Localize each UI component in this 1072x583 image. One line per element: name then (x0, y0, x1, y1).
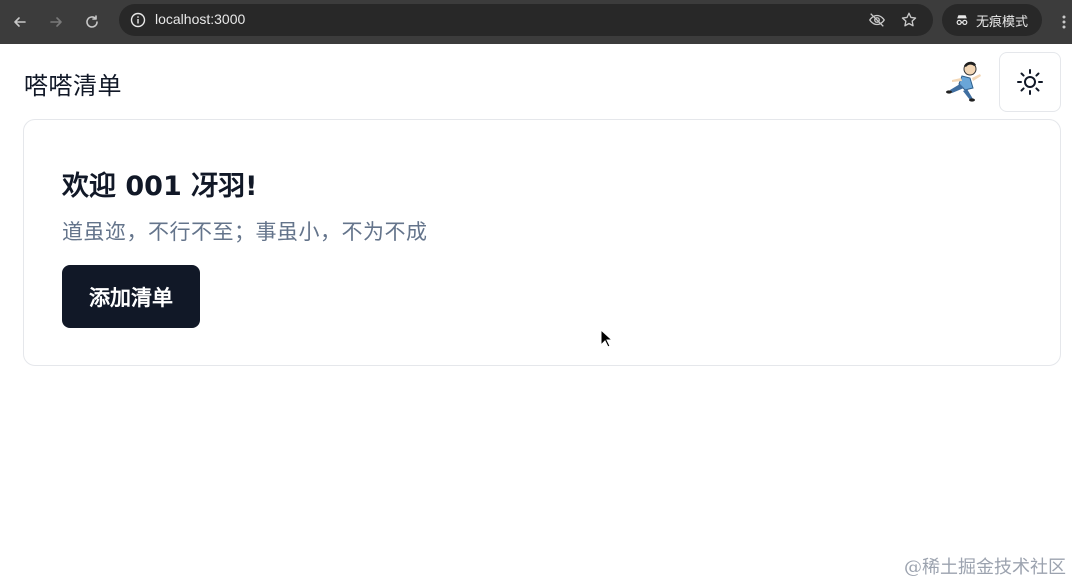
reload-button[interactable] (80, 10, 104, 34)
app-title[interactable]: 嗒嗒清单 (24, 66, 122, 101)
add-list-button[interactable]: 添加清单 (62, 265, 200, 328)
back-button[interactable] (8, 10, 32, 34)
watermark: @稀土掘金技术社区 (904, 557, 1066, 578)
site-info-icon[interactable] (127, 9, 149, 31)
incognito-icon (956, 15, 968, 25)
eye-off-icon[interactable] (867, 10, 887, 30)
incognito-label: 无痕模式 (976, 14, 1029, 30)
reload-icon (86, 15, 98, 28)
avatar[interactable] (940, 58, 988, 106)
theme-toggle-button[interactable] (999, 52, 1061, 112)
bookmark-star-icon[interactable] (899, 10, 919, 30)
url-text[interactable]: localhost:3000 (155, 11, 245, 27)
welcome-heading: 欢迎 001 冴羽! (62, 171, 258, 202)
browser-toolbar: localhost:3000 无痕模式 (0, 0, 1072, 44)
more-vertical-icon (1062, 15, 1066, 29)
arrow-right-icon (50, 17, 62, 27)
sun-icon (1017, 69, 1043, 95)
welcome-card: 欢迎 001 冴羽! 道虽迩，不行不至；事虽小，不为不成 添加清单 (23, 119, 1061, 366)
browser-menu-button[interactable] (1056, 10, 1072, 34)
forward-button[interactable] (44, 10, 68, 34)
arrow-left-icon (14, 17, 26, 27)
address-bar[interactable]: localhost:3000 (119, 4, 933, 36)
mouse-pointer-icon (600, 329, 614, 348)
app-header: 嗒嗒清单 (0, 44, 1072, 120)
motto-text: 道虽迩，不行不至；事虽小，不为不成 (62, 220, 428, 244)
incognito-indicator[interactable]: 无痕模式 (942, 4, 1042, 36)
